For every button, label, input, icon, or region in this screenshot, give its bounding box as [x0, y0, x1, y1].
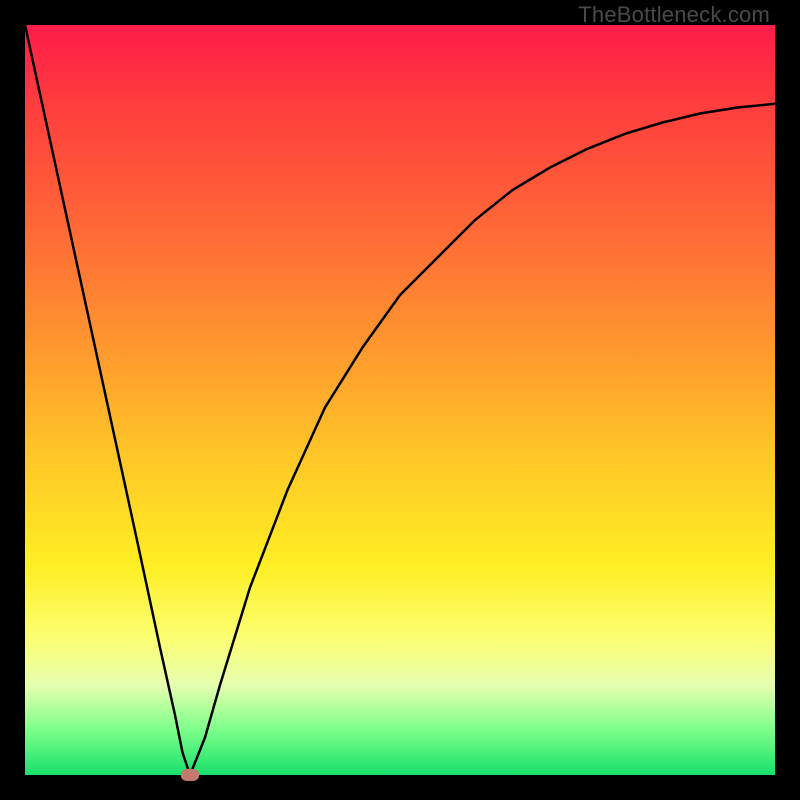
- optimal-point-marker: [181, 769, 199, 781]
- bottleneck-curve: [25, 25, 775, 775]
- chart-area: [25, 25, 775, 775]
